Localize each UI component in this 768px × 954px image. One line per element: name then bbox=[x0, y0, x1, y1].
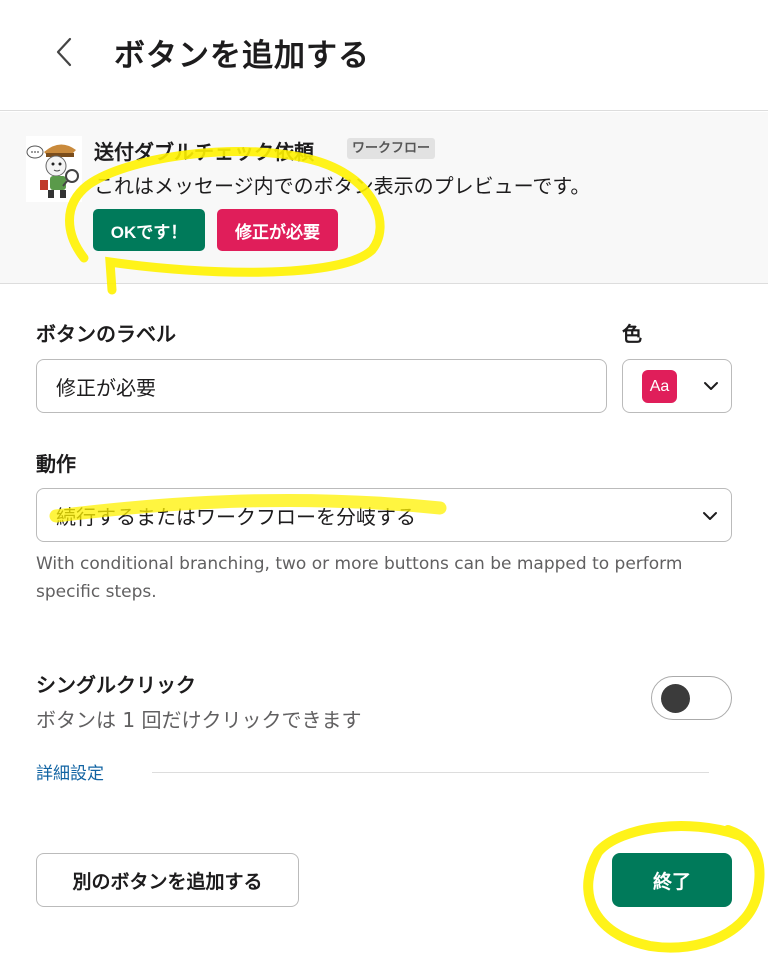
button-label-input[interactable]: 修正が必要 bbox=[36, 359, 607, 413]
workflow-name: 送付ダブルチェック依頼 bbox=[94, 140, 314, 164]
workflow-badge: ワークフロー bbox=[347, 138, 436, 159]
color-swatch: Aa bbox=[642, 370, 677, 403]
toggle-knob bbox=[661, 684, 690, 713]
button-label-value: 修正が必要 bbox=[56, 375, 156, 400]
action-select[interactable]: 続行するまたはワークフローを分岐する bbox=[36, 488, 732, 542]
single-click-title: シングルクリック bbox=[36, 673, 196, 697]
preview-ok-button[interactable]: OKです！ bbox=[93, 209, 205, 251]
button-preview: 送付ダブルチェック依頼 ワークフロー これはメッセージ内でのボタン表示のプレビュ… bbox=[0, 112, 768, 284]
preview-message: これはメッセージ内でのボタン表示のプレビューです。 bbox=[94, 174, 591, 198]
action-title: 動作 bbox=[36, 452, 76, 476]
header: ボタンを追加する bbox=[0, 0, 768, 111]
divider bbox=[152, 772, 709, 773]
preview-fix-button[interactable]: 修正が必要 bbox=[217, 209, 338, 251]
action-value: 続行するまたはワークフローを分岐する bbox=[56, 504, 416, 529]
single-click-description: ボタンは 1 回だけクリックできます bbox=[36, 708, 362, 732]
advanced-settings-link[interactable]: 詳細設定 bbox=[36, 759, 104, 784]
page-title: ボタンを追加する bbox=[114, 38, 370, 74]
back-button[interactable] bbox=[48, 34, 80, 70]
workflow-avatar bbox=[26, 136, 82, 202]
add-another-button[interactable]: 別のボタンを追加する bbox=[36, 853, 299, 907]
single-click-toggle[interactable] bbox=[651, 676, 732, 720]
button-label-title: ボタンのラベル bbox=[36, 322, 176, 346]
chevron-down-icon bbox=[703, 512, 717, 520]
color-select[interactable]: Aa bbox=[622, 359, 732, 413]
chevron-left-icon bbox=[56, 37, 72, 67]
chevron-down-icon bbox=[704, 382, 718, 390]
done-button[interactable]: 終了 bbox=[612, 853, 732, 907]
color-title: 色 bbox=[622, 322, 642, 346]
action-helper-text: With conditional branching, two or more … bbox=[36, 554, 683, 602]
